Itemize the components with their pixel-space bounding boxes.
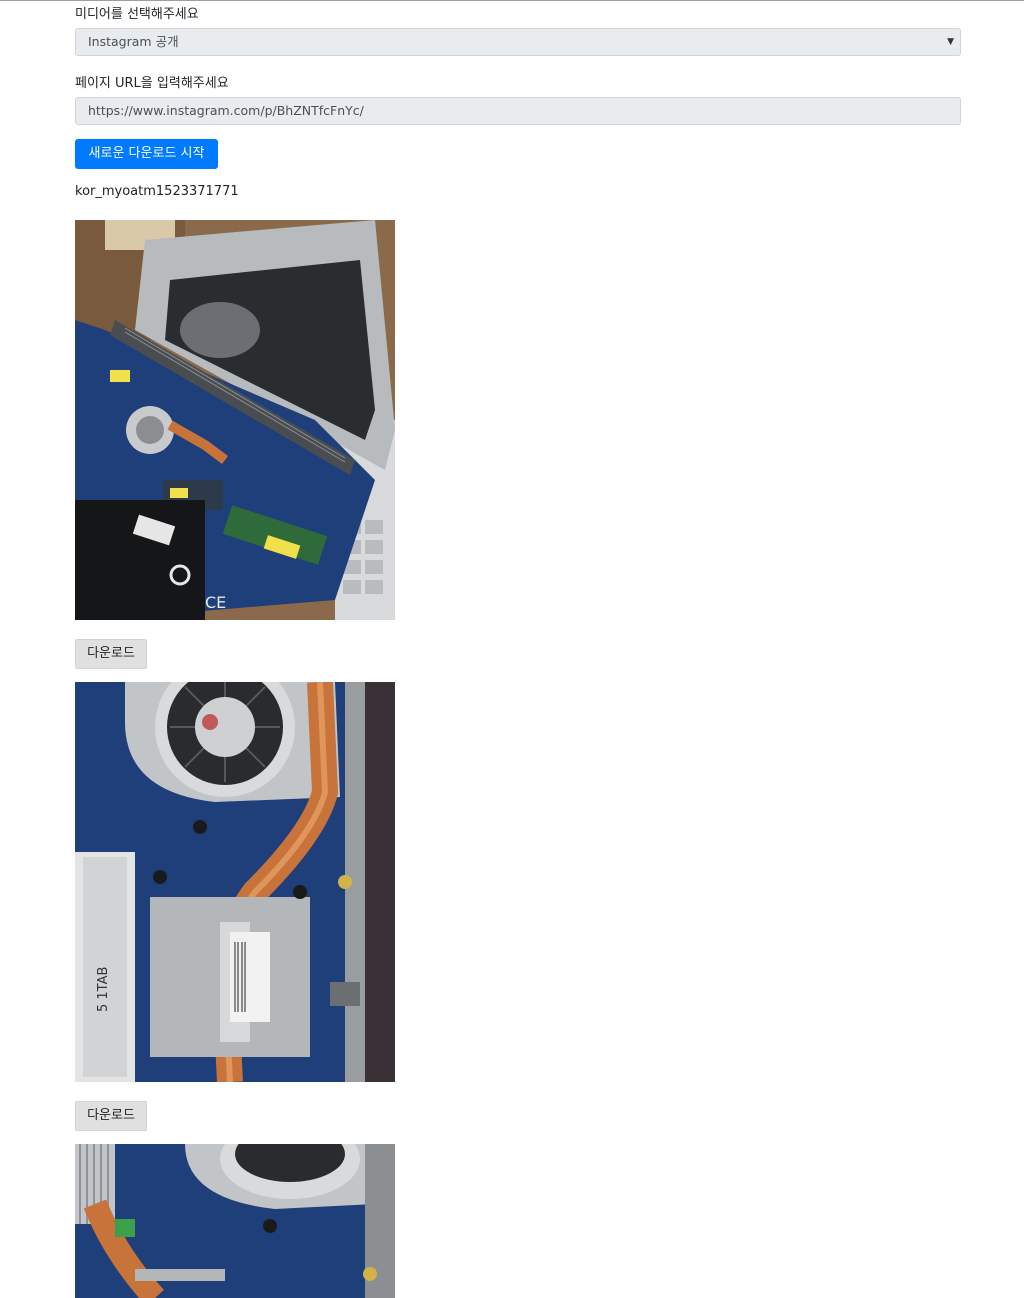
download-button-2[interactable]: 다운로드 [75,1101,147,1131]
url-input-label: 페이지 URL을 입력해주세요 [75,76,229,91]
media-select-label: 미디어를 선택해주세요 [75,7,199,22]
media-image-3 [75,1144,395,1298]
media-image-2: 5 1TAB [75,682,395,1082]
svg-text:CE: CE [205,593,226,612]
media-image-1: CE [75,220,395,620]
username-text: kor_myoatm1523371771 [75,184,239,199]
top-border [0,0,1024,1]
download-button-1[interactable]: 다운로드 [75,639,147,669]
chevron-down-icon: ▼ [947,37,954,47]
board-label-text: 5 1TAB [96,967,111,1012]
media-select-value: Instagram 공개 [88,34,179,49]
url-input[interactable]: https://www.instagram.com/p/BhZNTfcFnYc/ [75,97,961,125]
media-select[interactable]: Instagram 공개 ▼ [75,28,961,56]
start-download-button[interactable]: 새로운 다운로드 시작 [75,139,218,169]
url-input-value: https://www.instagram.com/p/BhZNTfcFnYc/ [88,103,364,118]
